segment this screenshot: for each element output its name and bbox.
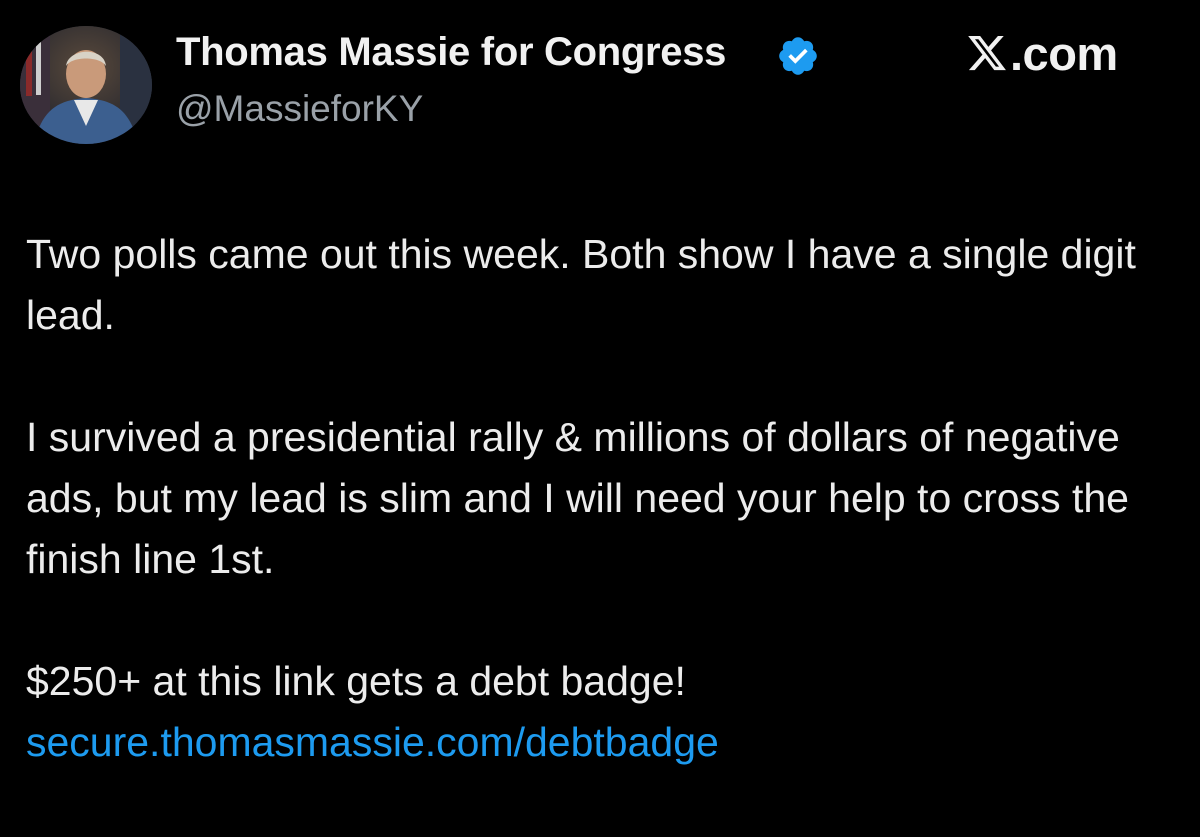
tweet-card: Thomas Massie for Congress @MassieforKY …: [0, 0, 1200, 837]
verified-badge-icon: [779, 37, 817, 75]
author-display-name[interactable]: Thomas Massie for Congress: [176, 30, 726, 75]
tweet-text: Two polls came out this week. Both show …: [26, 224, 1176, 773]
tweet-cta-text: $250+ at this link gets a debt badge!: [26, 658, 686, 704]
tweet-paragraph: I survived a presidential rally & millio…: [26, 414, 1129, 582]
tweet-paragraph: $250+ at this link gets a debt badge! se…: [26, 651, 1176, 773]
x-com-watermark: .com: [966, 26, 1156, 82]
author-handle[interactable]: @MassieforKY: [176, 88, 423, 130]
x-logo-icon: [968, 35, 1006, 71]
x-com-label: .com: [1010, 27, 1118, 80]
donation-link[interactable]: secure.thomasmassie.com/debtbadge: [26, 712, 1176, 773]
avatar-photo: [20, 26, 152, 144]
tweet-paragraph: Two polls came out this week. Both show …: [26, 231, 1136, 338]
author-avatar[interactable]: [20, 26, 152, 144]
